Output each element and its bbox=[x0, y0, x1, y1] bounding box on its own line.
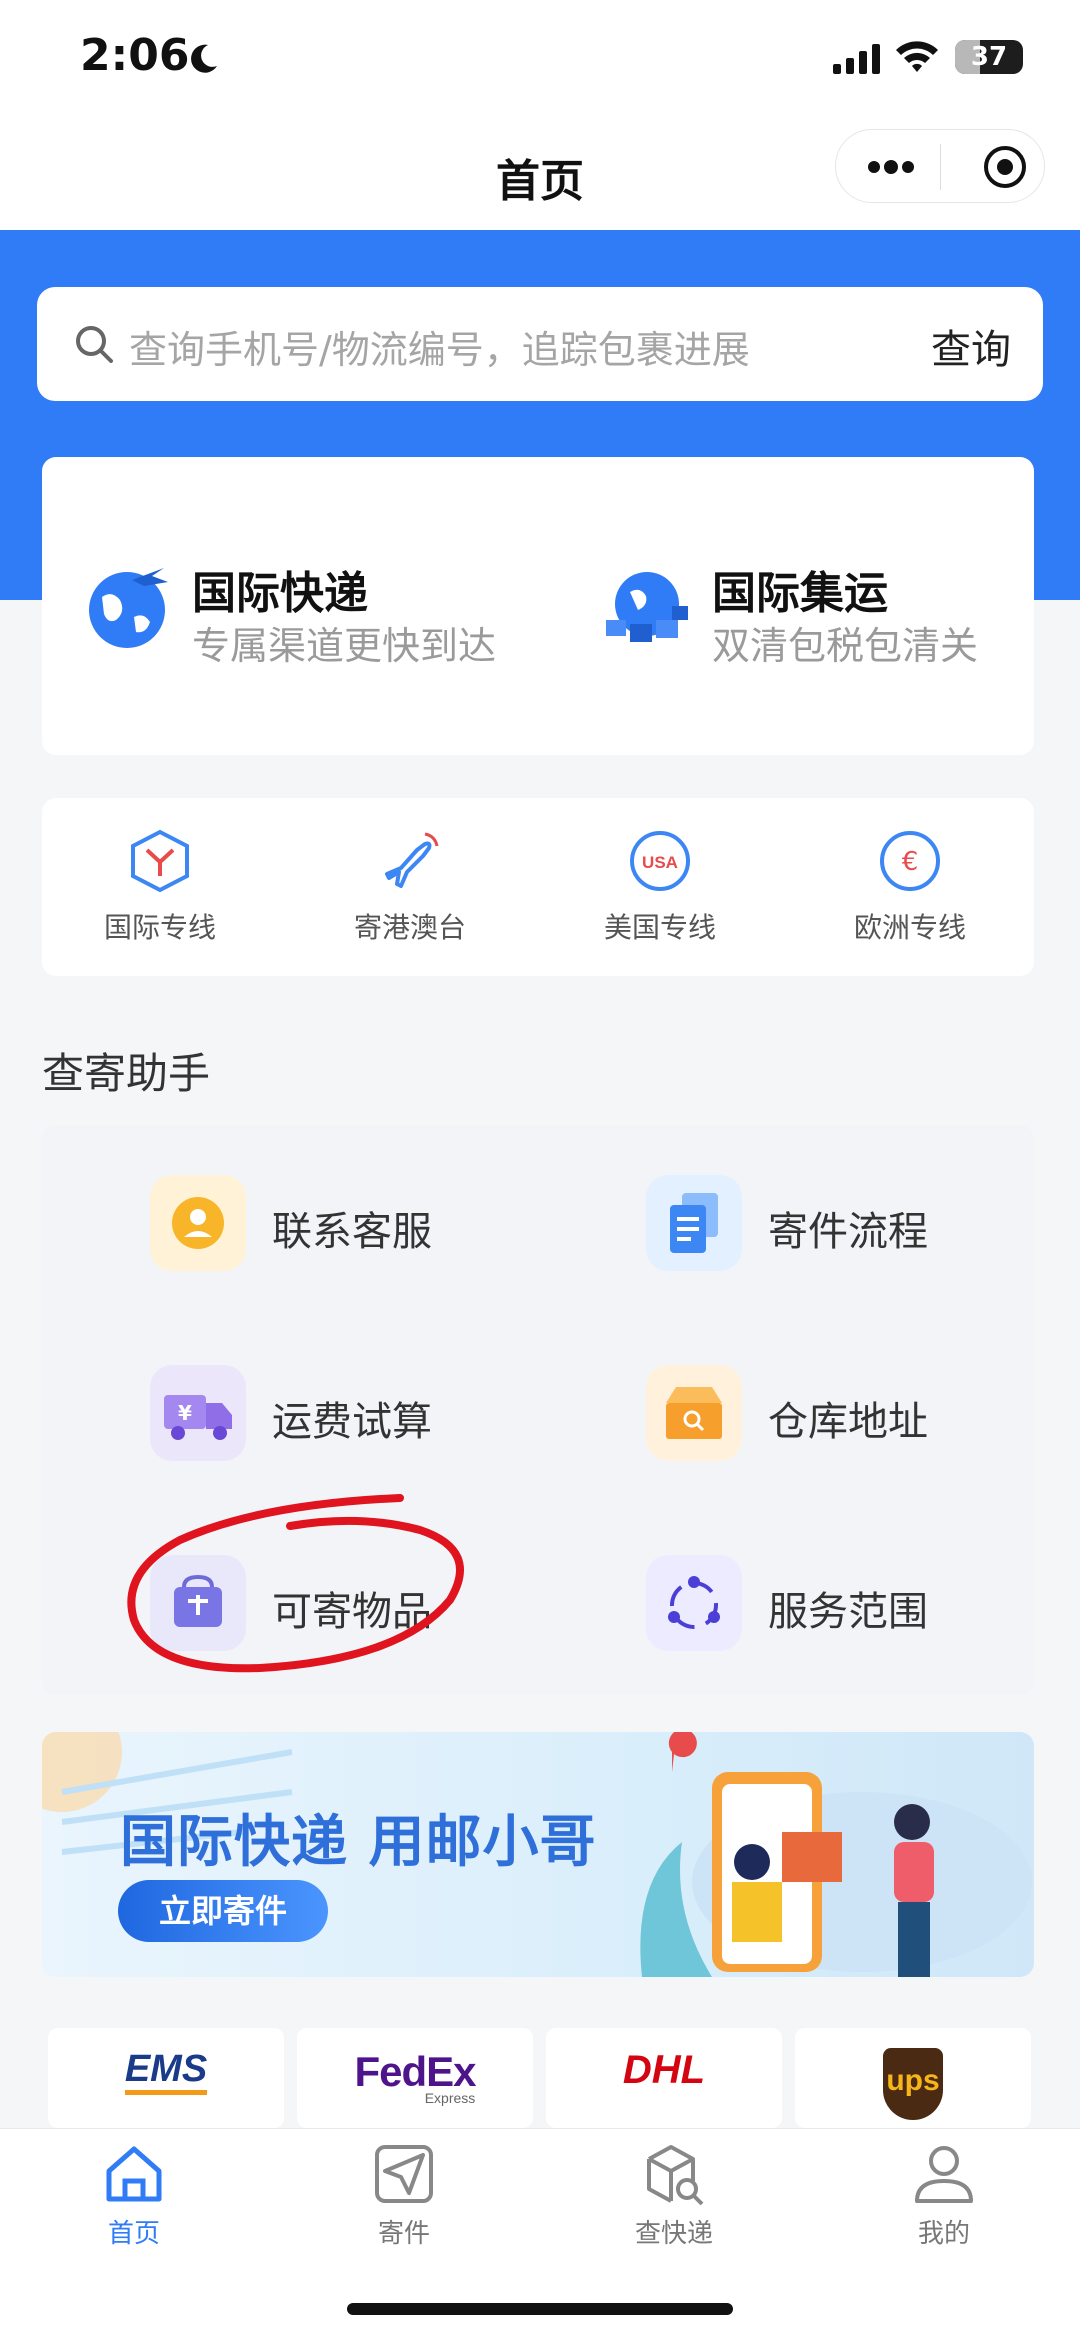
tab-home[interactable]: 首页 bbox=[34, 2141, 234, 2250]
carrier-dhl[interactable]: DHL bbox=[546, 2028, 782, 2128]
ups-logo: ups bbox=[795, 2048, 1031, 2120]
customer-service-icon bbox=[150, 1175, 246, 1271]
tab-label: 我的 bbox=[917, 2219, 970, 2249]
service-scope-item[interactable]: 服务范围 bbox=[646, 1555, 1006, 1655]
documents-icon bbox=[646, 1175, 742, 1271]
assistant-item-label: 可寄物品 bbox=[272, 1589, 432, 1635]
assistant-item-label: 服务范围 bbox=[768, 1589, 928, 1635]
line-usa[interactable]: USA 美国专线 bbox=[560, 828, 760, 946]
contact-service-item[interactable]: 联系客服 bbox=[150, 1175, 510, 1275]
battery-level: 37 bbox=[970, 42, 1008, 72]
shipping-process-item[interactable]: 寄件流程 bbox=[646, 1175, 1006, 1275]
warehouse-box-icon bbox=[646, 1365, 742, 1461]
route-lines-card: 国际专线 寄港澳台 USA 美国专线 € 欧洲专线 bbox=[42, 798, 1034, 976]
ship-now-button[interactable]: 立即寄件 bbox=[118, 1880, 328, 1942]
wifi-icon bbox=[896, 41, 938, 72]
allowed-items-item[interactable]: 可寄物品 bbox=[150, 1555, 510, 1655]
moon-icon bbox=[191, 44, 217, 73]
warehouse-address-item[interactable]: 仓库地址 bbox=[646, 1365, 1006, 1465]
status-time: 2:06 bbox=[80, 30, 190, 81]
banner-title: 国际快递 用邮小哥 bbox=[120, 1810, 597, 1875]
carrier-ups[interactable]: ups bbox=[795, 2028, 1031, 2128]
svg-text:USA: USA bbox=[642, 853, 678, 872]
feature-title: 国际快递 bbox=[192, 568, 368, 619]
search-bar[interactable]: 查询手机号/物流编号，追踪包裹进展 查询 bbox=[37, 287, 1043, 401]
globe-plane-icon bbox=[89, 568, 168, 648]
line-label: 寄港澳台 bbox=[353, 911, 466, 944]
more-icon[interactable] bbox=[866, 152, 916, 182]
dhl-logo: DHL bbox=[622, 2048, 706, 2092]
bag-icon bbox=[150, 1555, 246, 1651]
truck-fee-icon: ¥ bbox=[150, 1365, 246, 1461]
line-label: 国际专线 bbox=[103, 911, 216, 944]
carrier-fedex[interactable]: FedEx Express bbox=[297, 2028, 533, 2128]
assistant-item-label: 寄件流程 bbox=[768, 1209, 928, 1255]
tab-label: 寄件 bbox=[377, 2219, 430, 2249]
assistant-section-title: 查寄助手 bbox=[42, 1049, 211, 1098]
euro-icon: € bbox=[880, 831, 940, 891]
feature-international-express[interactable]: 国际快递 专属渠道更快到达 bbox=[82, 557, 522, 668]
svg-text:€: € bbox=[902, 847, 919, 877]
carrier-ems[interactable]: EMS bbox=[48, 2028, 284, 2128]
home-icon bbox=[106, 2146, 162, 2202]
assistant-item-label: 仓库地址 bbox=[768, 1399, 928, 1445]
miniprogram-capsule bbox=[835, 129, 1045, 203]
plane-icon bbox=[385, 832, 439, 888]
tab-profile[interactable]: 我的 bbox=[844, 2141, 1044, 2250]
feature-subtitle: 专属渠道更快到达 bbox=[192, 624, 497, 668]
fedex-logo: FedEx Express bbox=[354, 2048, 476, 2106]
search-button[interactable]: 查询 bbox=[931, 317, 1011, 375]
box-icon bbox=[131, 829, 189, 893]
feature-international-consolidation[interactable]: 国际集运 双清包税包清关 bbox=[602, 557, 1022, 668]
track-package-icon bbox=[647, 2145, 704, 2206]
feature-subtitle: 双清包税包清关 bbox=[712, 624, 979, 668]
tab-label: 首页 bbox=[107, 2219, 160, 2249]
ems-logo: EMS bbox=[48, 2048, 284, 2095]
signal-icon bbox=[833, 44, 880, 74]
tab-track[interactable]: 查快递 bbox=[574, 2141, 774, 2250]
tab-send[interactable]: 寄件 bbox=[304, 2141, 504, 2250]
home-indicator bbox=[347, 2303, 733, 2315]
globe-cargo-icon bbox=[606, 572, 688, 642]
assistant-item-label: 联系客服 bbox=[272, 1209, 432, 1255]
promo-banner[interactable]: 国际快递 用邮小哥 立即寄件 bbox=[42, 1732, 1034, 1977]
line-europe[interactable]: € 欧洲专线 bbox=[810, 828, 1010, 946]
search-icon bbox=[76, 326, 113, 363]
freight-estimate-item[interactable]: ¥ 运费试算 bbox=[150, 1365, 510, 1465]
status-bar: 2:06 37 bbox=[0, 0, 1080, 115]
feature-card: 国际快递 专属渠道更快到达 国际集运 双清包税包清关 bbox=[42, 457, 1034, 755]
battery-indicator: 37 bbox=[955, 40, 1023, 74]
line-international[interactable]: 国际专线 bbox=[60, 828, 260, 946]
line-label: 欧洲专线 bbox=[853, 911, 966, 944]
assistant-grid: 联系客服 寄件流程 ¥ 运费试算 仓库地址 可寄物品 服务范围 bbox=[42, 1125, 1034, 1695]
close-miniprogram-icon[interactable] bbox=[982, 144, 1028, 190]
nav-bar: 首页 bbox=[0, 115, 1080, 230]
line-label: 美国专线 bbox=[603, 911, 716, 944]
assistant-item-label: 运费试算 bbox=[272, 1399, 432, 1445]
svg-text:¥: ¥ bbox=[178, 1401, 192, 1425]
search-input[interactable]: 查询手机号/物流编号，追踪包裹进展 bbox=[129, 319, 750, 374]
line-hk-macau-taiwan[interactable]: 寄港澳台 bbox=[310, 828, 510, 946]
usa-icon: USA bbox=[630, 831, 690, 891]
network-icon bbox=[646, 1555, 742, 1651]
send-icon bbox=[375, 2145, 433, 2203]
feature-title: 国际集运 bbox=[712, 568, 888, 619]
profile-icon bbox=[915, 2146, 973, 2203]
capsule-divider bbox=[940, 144, 941, 190]
courier-illustration-icon bbox=[640, 1732, 1032, 1977]
tab-label: 查快递 bbox=[634, 2219, 713, 2249]
